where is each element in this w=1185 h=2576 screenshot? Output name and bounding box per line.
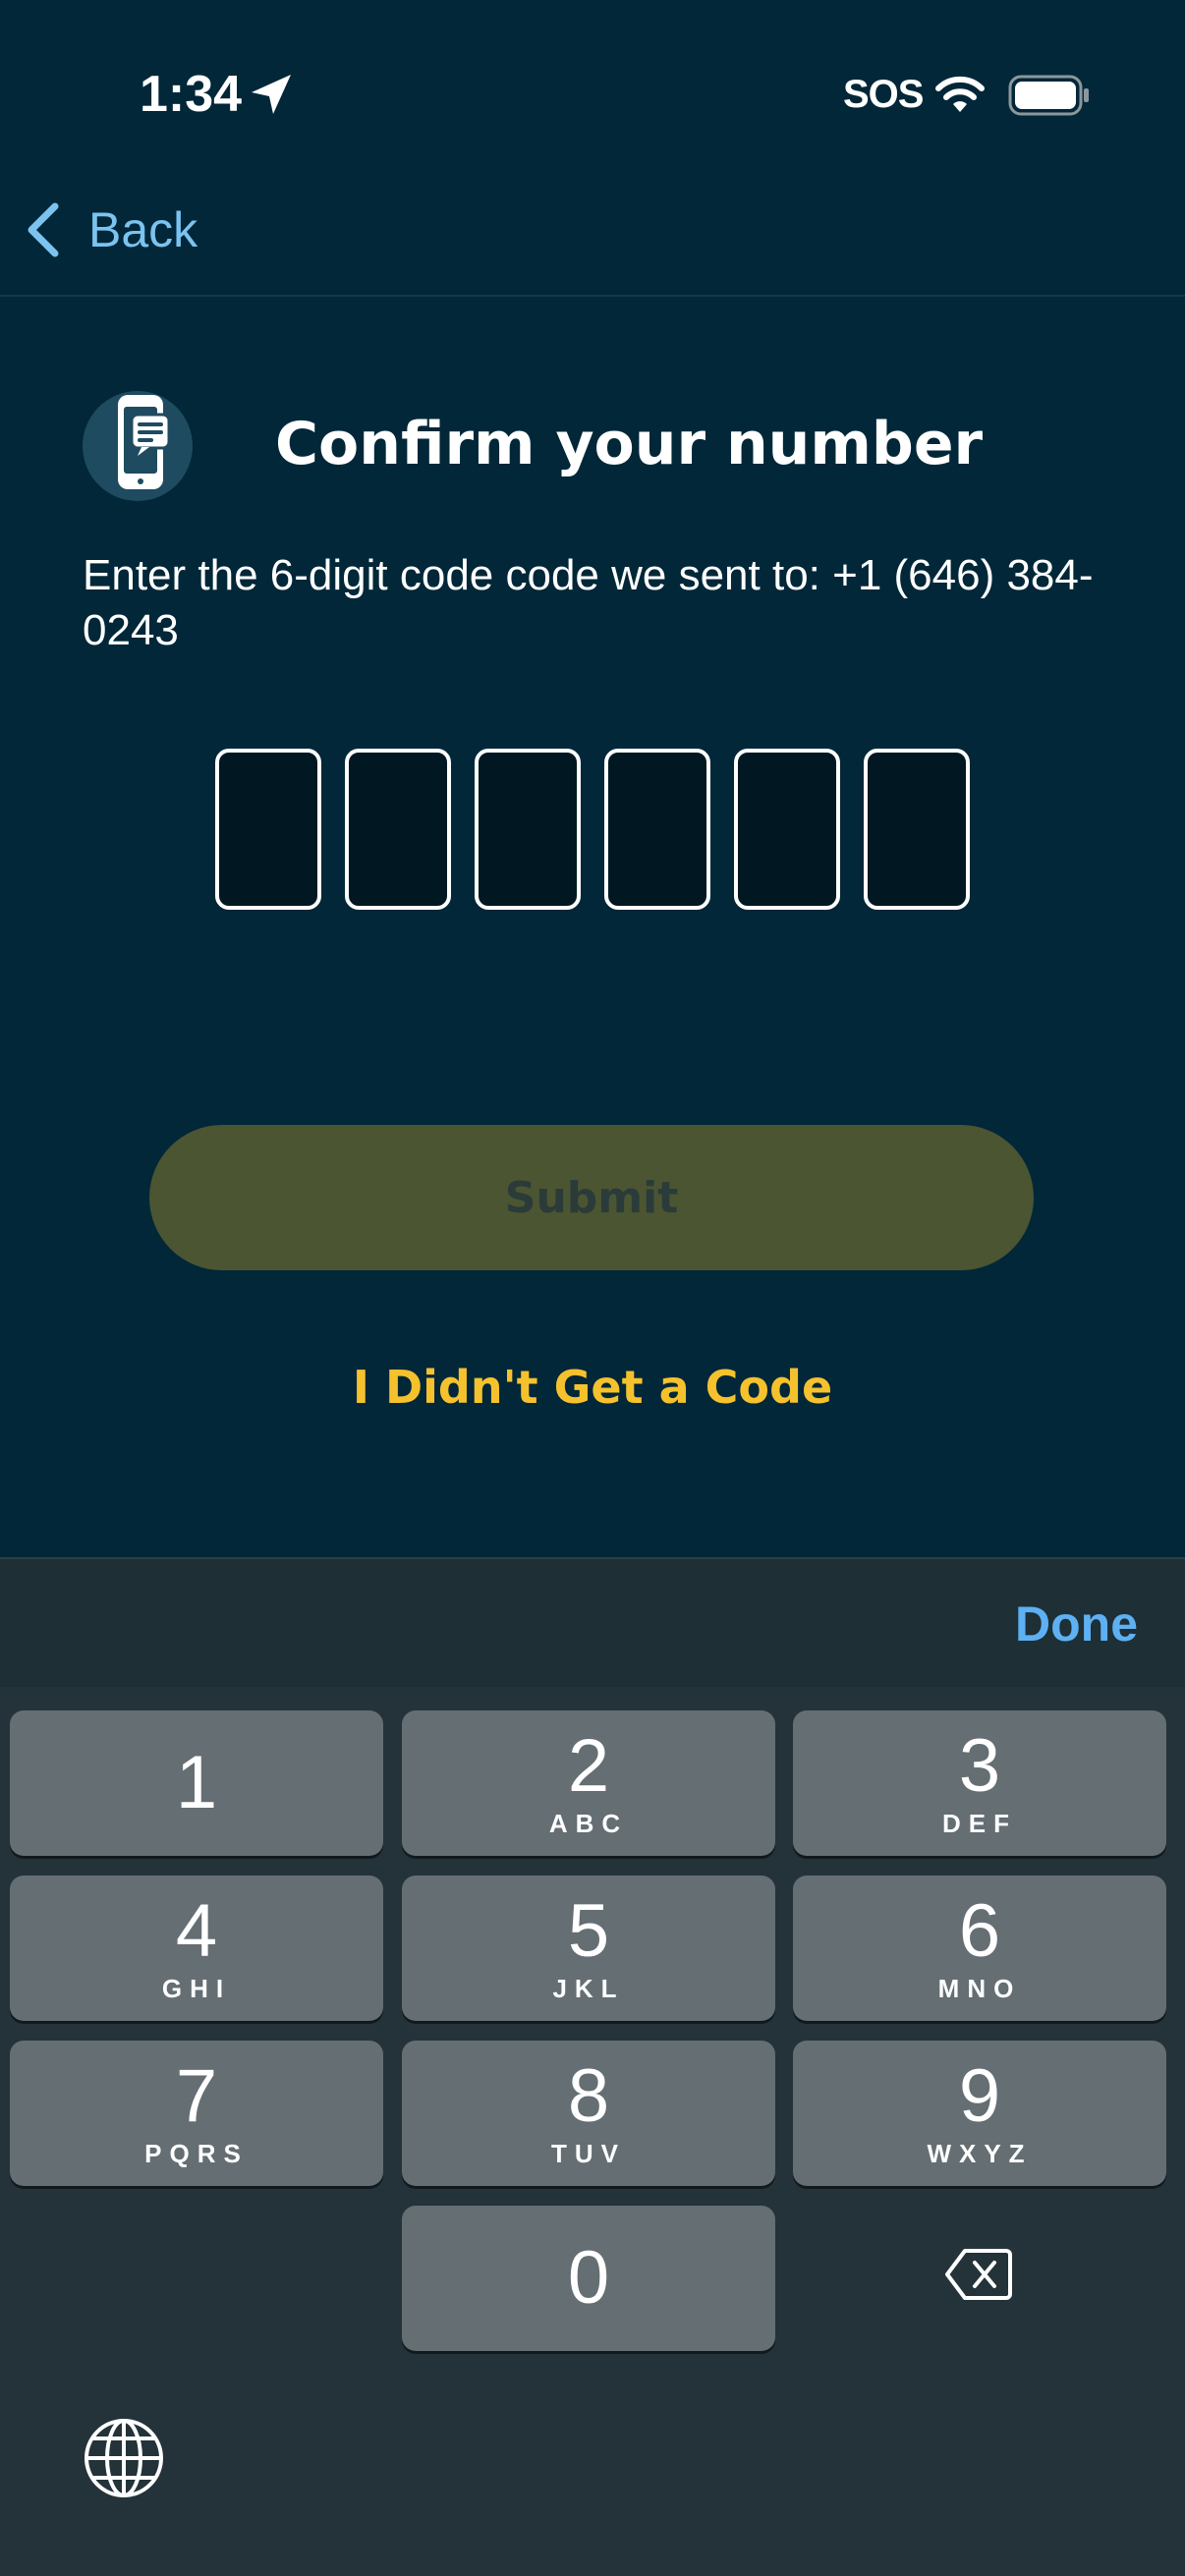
key-0[interactable]: 0 (402, 2206, 775, 2351)
submit-label: Submit (504, 1172, 679, 1223)
status-time: 1:34 (140, 66, 243, 123)
key-digit: 8 (567, 2054, 610, 2138)
key-1[interactable]: 1 (10, 1710, 383, 1856)
done-button[interactable]: Done (1015, 1587, 1138, 1661)
screen: 1:34 SOS Back Confirm your number Enter … (0, 0, 1185, 2576)
otp-digit-6[interactable] (864, 749, 970, 910)
otp-digit-1[interactable] (215, 749, 321, 910)
key-letters: PQRS (144, 2139, 249, 2168)
back-button[interactable]: Back (22, 195, 198, 265)
key-digit: 6 (958, 1889, 1001, 1973)
wifi-icon (935, 76, 985, 112)
didnt-get-code-link[interactable]: I Didn't Get a Code (0, 1356, 1185, 1419)
key-letters: TUV (551, 2139, 626, 2168)
back-label: Back (88, 202, 198, 257)
otp-input-row (215, 749, 970, 910)
sos-indicator: SOS (843, 73, 924, 116)
key-letters: MNO (937, 1974, 1022, 2003)
key-digit: 3 (958, 1724, 1001, 1808)
otp-digit-5[interactable] (734, 749, 840, 910)
backspace-icon[interactable] (943, 2245, 1014, 2304)
key-3[interactable]: 3 DEF (793, 1710, 1166, 1856)
key-digit: 7 (175, 2054, 218, 2138)
key-8[interactable]: 8 TUV (402, 2041, 775, 2186)
key-digit: 4 (175, 1889, 218, 1973)
submit-button[interactable]: Submit (149, 1125, 1034, 1270)
instruction-text: Enter the 6-digit code code we sent to: … (83, 551, 1094, 654)
key-letters: ABC (548, 1809, 629, 1838)
key-2[interactable]: 2 ABC (402, 1710, 775, 1856)
key-4[interactable]: 4 GHI (10, 1876, 383, 2021)
key-letters: JKL (552, 1974, 625, 2003)
page-title: Confirm your number (275, 410, 984, 478)
key-5[interactable]: 5 JKL (402, 1876, 775, 2021)
key-6[interactable]: 6 MNO (793, 1876, 1166, 2021)
key-digit: 9 (958, 2054, 1001, 2138)
key-letters: WXYZ (927, 2139, 1033, 2168)
key-7[interactable]: 7 PQRS (10, 2041, 383, 2186)
key-letters: DEF (942, 1809, 1017, 1838)
key-digit: 1 (175, 1741, 218, 1824)
key-digit: 2 (567, 1724, 610, 1808)
otp-digit-3[interactable] (475, 749, 581, 910)
chevron-left-icon (28, 202, 59, 257)
phone-message-icon (83, 391, 193, 501)
otp-digit-4[interactable] (604, 749, 710, 910)
battery-icon (1008, 75, 1089, 116)
key-letters: GHI (161, 1974, 232, 2003)
otp-digit-2[interactable] (345, 749, 451, 910)
keyboard-toolbar: Done (0, 1557, 1185, 1687)
globe-icon[interactable] (83, 2417, 165, 2499)
key-digit: 5 (567, 1889, 610, 1973)
key-9[interactable]: 9 WXYZ (793, 2041, 1166, 2186)
nav-divider (0, 295, 1185, 297)
location-arrow-icon (252, 75, 291, 114)
key-digit: 0 (567, 2236, 610, 2320)
